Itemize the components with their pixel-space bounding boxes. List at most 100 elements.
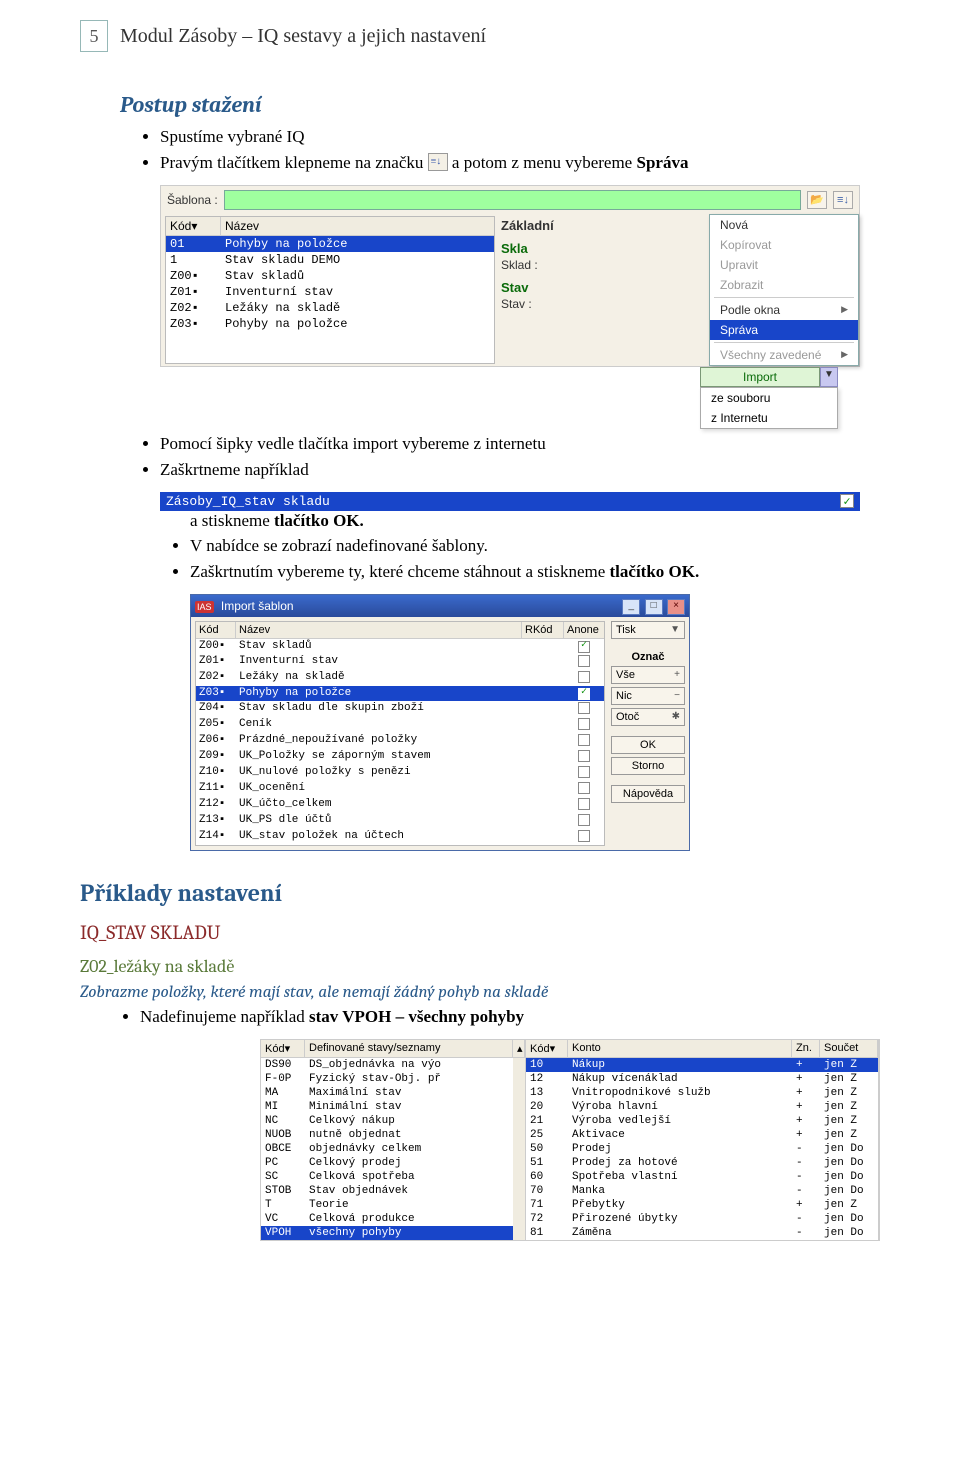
checkbox-icon[interactable] [578,782,590,794]
minus-icon: − [674,690,680,701]
import-row[interactable]: Z00▪Stav skladů [196,639,604,654]
stav-row[interactable]: PCCelkový prodej [261,1156,525,1170]
checkbox-icon[interactable] [578,702,590,714]
template-row[interactable]: Z03▪Pohyby na položce [166,316,494,332]
otoc-button[interactable]: Otoč✱ [611,708,685,726]
konto-row[interactable]: 12Nákup vícenáklad+jen Z [526,1072,878,1086]
import-z-internetu[interactable]: z Internetu [701,408,837,428]
sablona-combo[interactable] [224,190,801,210]
konto-row[interactable]: 60Spotřeba vlastní-jen Do [526,1170,878,1184]
menu-podle-okna[interactable]: Podle okna▶ [710,300,858,320]
checkbox-icon[interactable] [578,655,590,667]
tab-zakladni[interactable]: Základní [501,218,703,233]
konto-row[interactable]: 21Výroba vedlejší+jen Z [526,1114,878,1128]
import-button[interactable]: Import [700,367,820,387]
template-row[interactable]: Z02▪Ležáky na skladě [166,300,494,316]
minimize-button[interactable]: _ [622,599,640,615]
close-button[interactable]: × [667,599,685,615]
checkbox-icon[interactable] [578,814,590,826]
checkbox-icon[interactable] [578,671,590,683]
stav-row[interactable]: NCCelkový nákup [261,1114,525,1128]
import-row[interactable]: Z09▪UK_Položky se záporným stavem [196,749,604,765]
checkbox-icon[interactable] [578,718,590,730]
stav-row[interactable]: VPOHvšechny pohyby [261,1226,525,1240]
konto-row[interactable]: 50Prodej-jen Do [526,1142,878,1156]
checkbox-icon[interactable] [578,641,590,653]
import-grid[interactable]: Kód Název RKód Anone Z00▪Stav skladůZ01▪… [195,621,605,846]
checkbox-icon[interactable] [578,734,590,746]
import-ze-souboru[interactable]: ze souboru [701,388,837,408]
scroll-up-icon[interactable]: ▴ [513,1040,525,1057]
import-row[interactable]: Z10▪UK_nulové položky s penězi [196,765,604,781]
nic-button[interactable]: Nic− [611,687,685,705]
konto-row[interactable]: 71Přebytky+jen Z [526,1198,878,1212]
checkbox-row-zasoby-iq[interactable]: Zásoby_IQ_stav skladu ✓ [160,492,860,511]
vse-button[interactable]: Vše+ [611,666,685,684]
ok-button[interactable]: OK [611,736,685,754]
checkbox-icon[interactable] [578,688,590,700]
maximize-button[interactable]: □ [645,599,663,615]
col-rkod[interactable]: RKód [522,622,564,638]
konto-row[interactable]: 10Nákup+jen Z [526,1058,878,1072]
storno-button[interactable]: Storno [611,757,685,775]
stav-row[interactable]: MAMaximální stav [261,1086,525,1100]
stav-row[interactable]: TTeorie [261,1198,525,1212]
col-anone[interactable]: Anone [564,622,604,638]
import-row[interactable]: Z12▪UK_účto_celkem [196,797,604,813]
menu-nova[interactable]: Nová [710,215,858,235]
stav-row[interactable]: NUOBnutně objednat [261,1128,525,1142]
konto-row[interactable]: 81Záměna-jen Do [526,1226,878,1240]
col-nazev[interactable]: Název [221,217,494,235]
napoveda-button[interactable]: Nápověda [611,785,685,803]
konto-row[interactable]: 20Výroba hlavní+jen Z [526,1100,878,1114]
col-kod[interactable]: Kód▾ [166,217,221,235]
import-row[interactable]: Z06▪Prázdné_nepoužívané položky [196,733,604,749]
checkbox-icon[interactable]: ✓ [840,494,854,508]
import-row[interactable]: Z02▪Ležáky na skladě [196,670,604,686]
stavy-list[interactable]: Kód▾ Definované stavy/seznamy ▴ DS90DS_o… [261,1040,526,1240]
import-row[interactable]: Z11▪UK_ocenění [196,781,604,797]
stav-row[interactable]: OBCEobjednávky celkem [261,1142,525,1156]
stav-row[interactable]: SCCelková spotřeba [261,1170,525,1184]
col-kod[interactable]: Kód▾ [526,1040,568,1057]
col-zn[interactable]: Zn. [792,1040,820,1057]
menu-sprava[interactable]: Správa [710,320,858,340]
open-icon[interactable]: 📂 [807,191,827,209]
template-row[interactable]: Z00▪Stav skladů [166,268,494,284]
checkbox-icon[interactable] [578,750,590,762]
stav-row[interactable]: MIMinimální stav [261,1100,525,1114]
label-sablona: Šablona : [167,193,218,207]
template-row[interactable]: 1Stav skladu DEMO [166,252,494,268]
import-row[interactable]: Z05▪Ceník [196,717,604,733]
template-row[interactable]: Z01▪Inventurní stav [166,284,494,300]
stav-row[interactable]: F-0PFyzický stav-Obj. př [261,1072,525,1086]
import-row[interactable]: Z14▪UK_stav položek na účtech [196,829,604,845]
konto-row[interactable]: 72Přirozené úbytky-jen Do [526,1212,878,1226]
import-row[interactable]: Z13▪UK_PS dle účtů [196,813,604,829]
template-row[interactable]: 01Pohyby na položce [166,236,494,252]
konto-row[interactable]: 51Prodej za hotové-jen Do [526,1156,878,1170]
template-list[interactable]: Kód▾ Název 01Pohyby na položce1Stav skla… [165,216,495,364]
col-kod[interactable]: Kód [196,622,236,638]
col-konto[interactable]: Konto [568,1040,792,1057]
checkbox-icon[interactable] [578,798,590,810]
col-kod[interactable]: Kód▾ [261,1040,305,1057]
col-definovane-stavy[interactable]: Definované stavy/seznamy [305,1040,513,1057]
stav-row[interactable]: VCCelková produkce [261,1212,525,1226]
col-soucet[interactable]: Součet [820,1040,878,1057]
konto-row[interactable]: 25Aktivace+jen Z [526,1128,878,1142]
checkbox-icon[interactable] [578,766,590,778]
checkbox-icon[interactable] [578,830,590,842]
import-dropdown-arrow[interactable]: ▼ [820,367,838,387]
col-nazev[interactable]: Název [236,622,522,638]
import-row[interactable]: Z04▪Stav skladu dle skupin zboží [196,701,604,717]
template-mgr-icon[interactable]: ≡↓ [833,191,853,209]
stav-row[interactable]: DS90DS_objednávka na výo [261,1058,525,1072]
konto-list[interactable]: Kód▾ Konto Zn. Součet 10Nákup+jen Z12Nák… [526,1040,879,1240]
konto-row[interactable]: 70Manka-jen Do [526,1184,878,1198]
stav-row[interactable]: STOBStav objednávek [261,1184,525,1198]
import-row[interactable]: Z01▪Inventurní stav [196,654,604,670]
konto-row[interactable]: 13Vnitropodnikové služb+jen Z [526,1086,878,1100]
tisk-button[interactable]: Tisk▼ [611,621,685,639]
import-row[interactable]: Z03▪Pohyby na položce [196,686,604,701]
